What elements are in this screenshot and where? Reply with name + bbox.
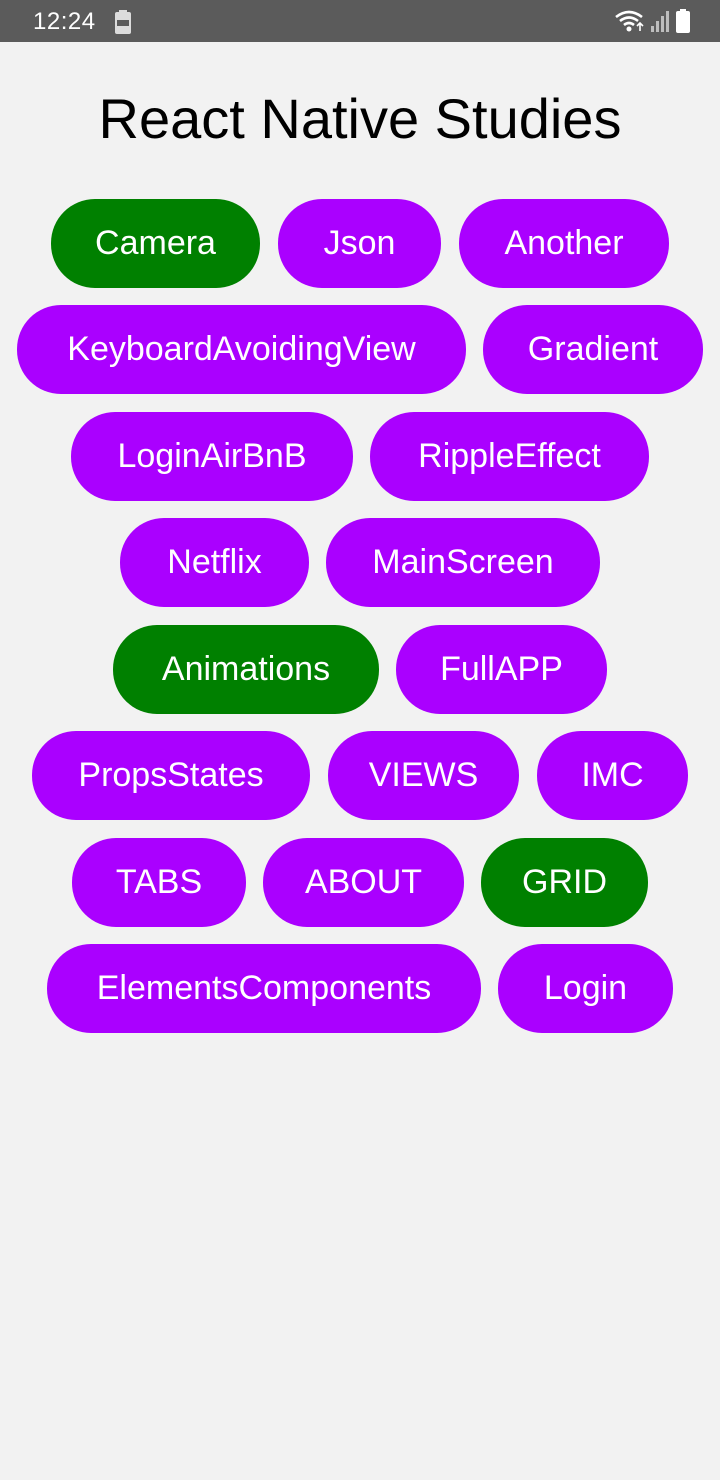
signal-icon xyxy=(650,9,670,33)
keyboard-avoiding-view-button[interactable]: KeyboardAvoidingView xyxy=(17,305,466,394)
wifi-icon xyxy=(614,9,644,33)
about-button[interactable]: ABOUT xyxy=(263,838,464,927)
animations-button[interactable]: Animations xyxy=(113,625,379,714)
status-time: 12:24 xyxy=(33,8,96,35)
views-button[interactable]: VIEWS xyxy=(328,731,519,820)
status-icons xyxy=(614,9,690,33)
login-airbnb-button[interactable]: LoginAirBnB xyxy=(71,412,353,501)
props-states-button[interactable]: PropsStates xyxy=(32,731,310,820)
camera-button[interactable]: Camera xyxy=(51,199,260,288)
netflix-button[interactable]: Netflix xyxy=(120,518,309,607)
ripple-effect-button[interactable]: RippleEffect xyxy=(370,412,649,501)
status-bar: 12:24 xyxy=(0,0,720,42)
imc-button[interactable]: IMC xyxy=(537,731,688,820)
tabs-button[interactable]: TABS xyxy=(72,838,246,927)
json-button[interactable]: Json xyxy=(278,199,441,288)
page-title: React Native Studies xyxy=(98,87,622,150)
grid-button[interactable]: GRID xyxy=(481,838,648,927)
elements-components-button[interactable]: ElementsComponents xyxy=(47,944,481,1033)
main-screen-button[interactable]: MainScreen xyxy=(326,518,600,607)
another-button[interactable]: Another xyxy=(459,199,669,288)
battery-icon xyxy=(676,9,690,33)
login-button[interactable]: Login xyxy=(498,944,673,1033)
full-app-button[interactable]: FullAPP xyxy=(396,625,607,714)
gradient-button[interactable]: Gradient xyxy=(483,305,703,394)
battery-saver-icon xyxy=(114,10,132,34)
